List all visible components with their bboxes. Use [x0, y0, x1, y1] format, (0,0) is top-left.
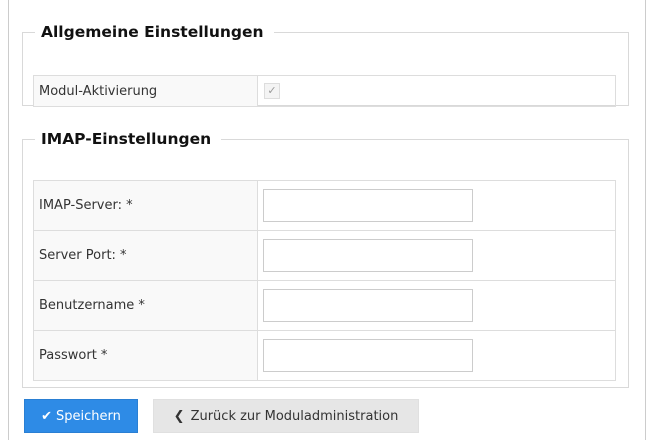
server-port-input[interactable]: [263, 239, 473, 272]
general-settings-fieldset: Allgemeine Einstellungen Modul-Aktivieru…: [22, 22, 629, 107]
module-activation-checkbox[interactable]: ✓: [264, 83, 280, 99]
check-icon: ✓: [267, 84, 277, 97]
module-activation-cell: ✓: [257, 75, 616, 107]
imap-server-cell: [257, 180, 616, 231]
imap-server-input[interactable]: [263, 189, 473, 222]
check-icon: ✔: [41, 409, 53, 424]
table-row: Server Port: *: [33, 230, 616, 281]
general-settings-title: Allgemeine Einstellungen: [41, 23, 264, 41]
general-settings-table: Modul-Aktivierung ✓: [33, 75, 616, 107]
save-button[interactable]: ✔ Speichern: [24, 399, 138, 433]
back-button-label: Zurück zur Moduladministration: [190, 409, 399, 424]
imap-settings-title: IMAP-Einstellungen: [41, 130, 212, 148]
password-label: Passwort *: [33, 330, 258, 381]
imap-server-label: IMAP-Server: *: [33, 180, 258, 231]
username-input[interactable]: [263, 289, 473, 322]
chevron-left-icon: ❮: [173, 409, 185, 424]
password-input[interactable]: [263, 339, 473, 372]
table-row: Passwort *: [33, 330, 616, 381]
imap-settings-fieldset: IMAP-Einstellungen IMAP-Server: * Server…: [22, 129, 629, 388]
back-to-module-admin-button[interactable]: ❮ Zurück zur Moduladministration: [153, 399, 419, 433]
module-activation-label: Modul-Aktivierung: [33, 75, 258, 107]
imap-settings-table: IMAP-Server: * Server Port: * Benutzerna…: [33, 180, 616, 381]
server-port-label: Server Port: *: [33, 230, 258, 281]
username-cell: [257, 280, 616, 331]
table-row: Benutzername *: [33, 280, 616, 331]
server-port-cell: [257, 230, 616, 281]
table-row: Modul-Aktivierung ✓: [33, 75, 616, 107]
username-label: Benutzername *: [33, 280, 258, 331]
save-button-label: Speichern: [56, 409, 121, 424]
table-row: IMAP-Server: *: [33, 180, 616, 231]
password-cell: [257, 330, 616, 381]
